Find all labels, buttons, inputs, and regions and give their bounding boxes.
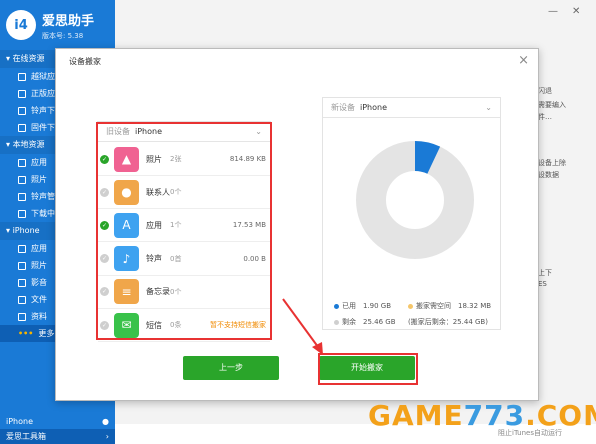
app-version: 版本号: 5.38 — [42, 31, 84, 40]
nav-icon — [18, 312, 26, 321]
sidebar-item-label: 应用 — [31, 244, 47, 253]
sidebar-item-label: 应用 — [31, 158, 47, 167]
background-text: 设备上除 — [538, 159, 566, 167]
nav-icon — [18, 123, 26, 132]
chevron-right-icon: › — [105, 432, 109, 441]
watermark: GAME773.COM — [368, 399, 596, 432]
red-arrow-icon — [282, 298, 323, 355]
nav-icon — [18, 192, 26, 201]
legend-used-dot — [334, 303, 339, 309]
background-text: 上下 — [538, 269, 552, 277]
sidebar-item-label: 下载中 — [31, 209, 55, 218]
new-device-select[interactable]: 新设备 iPhone ⌄ — [323, 98, 500, 118]
legend-need: 搬家需空间 18.32 MB — [408, 301, 491, 311]
background-text: 设数据 — [538, 171, 559, 179]
background-text: 件… — [538, 113, 552, 121]
sidebar-item-label: 更多 — [38, 329, 55, 338]
sidebar-item-label: 铃声管 — [31, 192, 55, 201]
background-text: 闪退 — [538, 87, 552, 95]
sidebar-item-label: 铃声下 — [31, 106, 55, 115]
more-dots-icon: ••• — [18, 329, 34, 338]
nav-icon — [18, 72, 26, 81]
legend-free: 剩余 25.46 GB — [334, 317, 396, 327]
sidebar-item-label: 影音 — [31, 278, 47, 287]
sidebar-toolbox-row[interactable]: 爱思工具箱 › — [0, 429, 115, 444]
minimize-button[interactable]: — — [548, 6, 558, 17]
sidebar-item-label: 照片 — [31, 175, 47, 184]
sidebar-item-label: 固件下 — [31, 123, 55, 132]
nav-icon — [18, 89, 26, 98]
nav-icon — [18, 158, 26, 167]
prev-step-button[interactable]: 上一步 — [183, 356, 279, 380]
nav-icon — [18, 106, 26, 115]
logo: i4 爱思助手 版本号: 5.38 — [0, 0, 115, 50]
nav-icon — [18, 244, 26, 253]
dialog-title: 设备搬家 — [69, 57, 101, 66]
sidebar-device-row[interactable]: iPhone ● — [0, 414, 115, 429]
background-text: ES — [538, 280, 547, 288]
app-logo-icon: i4 — [6, 10, 36, 40]
legend-need-dot — [408, 303, 413, 309]
storage-donut-chart — [356, 141, 474, 259]
nav-icon — [18, 295, 26, 304]
nav-icon — [18, 175, 26, 184]
legend-used: 已用 1.90 GB — [334, 301, 391, 311]
legend-after: (搬家后剩余：25.44 GB) — [408, 318, 488, 326]
app-title: 爱思助手 — [42, 13, 95, 29]
sidebar-item-label: 文件 — [31, 295, 47, 304]
sidebar-item-label: 照片 — [31, 261, 47, 270]
highlight-box-start — [318, 353, 418, 385]
dialog-close-button[interactable]: × — [518, 53, 529, 68]
highlight-box-items — [96, 122, 272, 340]
sidebar-item-label: 越狱应 — [31, 72, 55, 81]
background-text: 需要编入 — [538, 101, 566, 109]
nav-icon — [18, 278, 26, 287]
window-close-button[interactable]: ✕ — [572, 6, 580, 17]
nav-icon — [18, 261, 26, 270]
device-migration-dialog: 设备搬家 × 旧设备 iPhone ⌄ ✓ ▲ 照片 2张 814.89 KB ✓ ● 联系人 0… — [55, 48, 539, 401]
check-circle-icon: ● — [102, 417, 109, 426]
sidebar-item-label: 正版应 — [31, 89, 55, 98]
chevron-down-icon: ⌄ — [485, 103, 492, 112]
nav-icon — [18, 209, 26, 218]
legend-free-dot — [334, 319, 339, 325]
sidebar-item-label: 资料 — [31, 312, 47, 321]
